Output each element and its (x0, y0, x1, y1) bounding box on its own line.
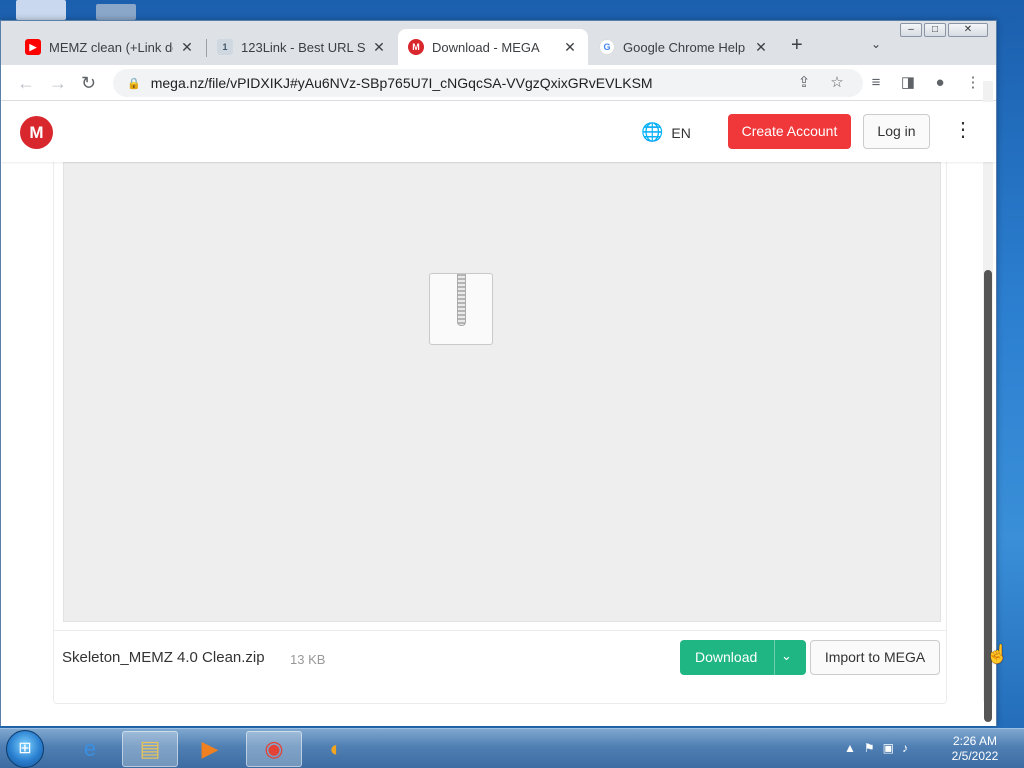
close-tab-icon[interactable]: ✕ (371, 39, 387, 56)
forward-icon[interactable]: → (49, 73, 67, 93)
more-menu-icon[interactable]: ⋮ (953, 118, 973, 142)
tab-search-icon[interactable]: ⌄ (871, 37, 881, 51)
back-icon[interactable]: ← (17, 73, 35, 93)
tab-chrome-help[interactable]: G Google Chrome Help ✕ (589, 29, 779, 65)
tab-title: 123Link - Best URL Sho (241, 39, 365, 55)
language-label: EN (671, 124, 691, 141)
file-size: 13 KB (290, 652, 326, 667)
network-icon[interactable]: ▣ (883, 741, 894, 755)
side-panel-icon[interactable]: ◨ (898, 73, 918, 93)
123link-icon: 1 (217, 39, 233, 55)
file-explorer-icon[interactable]: ▤ (122, 731, 178, 767)
start-button[interactable]: ⊞ (6, 730, 44, 768)
share-icon[interactable]: ⇪ (794, 73, 814, 93)
tab-title: Download - MEGA (432, 39, 540, 55)
web-page: M 🌐 EN Create Account Log in ⋮ Skeleton_… (1, 102, 996, 726)
close-tab-icon[interactable]: ✕ (562, 39, 578, 56)
maximize-button[interactable]: □ (924, 23, 946, 37)
file-preview (63, 162, 941, 622)
youtube-icon: ▶ (25, 39, 41, 55)
clock-date: 2/5/2022 (951, 749, 999, 763)
tab-memz[interactable]: ▶ MEMZ clean (+Link dov ✕ (15, 29, 205, 65)
tab-mega[interactable]: M Download - MEGA ✕ (398, 29, 588, 65)
media-controls-icon[interactable]: ≡ (866, 73, 886, 93)
chrome-taskbar-icon[interactable]: ◉ (246, 731, 302, 767)
volume-icon[interactable]: ♪ (902, 741, 908, 755)
globe-icon: 🌐 (641, 122, 664, 142)
mega-logo[interactable]: M (20, 116, 53, 149)
google-icon: G (599, 39, 615, 55)
minimize-button[interactable]: – (900, 23, 922, 37)
browser-toolbar: ← → ↻ 🔒 mega.nz/file/vPIDXIKJ#yAu6NVz-SB… (1, 65, 996, 101)
file-card: Skeleton_MEMZ 4.0 Clean.zip 13 KB Downlo… (53, 162, 947, 704)
tab-123link[interactable]: 1 123Link - Best URL Sho ✕ (207, 29, 397, 65)
chevron-down-icon[interactable]: ⌄ (781, 648, 792, 664)
action-center-icon[interactable]: ⚑ (864, 741, 875, 755)
language-selector[interactable]: 🌐 EN (641, 122, 691, 143)
chrome-window: – □ ✕ ▶ MEMZ clean (+Link dov ✕ 1 123Lin… (0, 20, 997, 726)
mega-header: M 🌐 EN Create Account Log in ⋮ (1, 102, 996, 162)
file-name: Skeleton_MEMZ 4.0 Clean.zip (62, 649, 265, 666)
close-tab-icon[interactable]: ✕ (753, 39, 769, 56)
tab-title: Google Chrome Help (623, 39, 746, 55)
close-window-button[interactable]: ✕ (948, 23, 988, 37)
download-button[interactable]: Download ⌄ (680, 640, 806, 675)
desktop-icon[interactable] (96, 4, 136, 20)
new-tab-button[interactable]: + (791, 35, 803, 55)
url-text[interactable]: mega.nz/file/vPIDXIKJ#yAu6NVz-SBp765U7I_… (151, 75, 653, 91)
login-button[interactable]: Log in (863, 114, 930, 149)
lock-icon: 🔒 (127, 77, 141, 90)
create-account-button[interactable]: Create Account (728, 114, 851, 149)
import-to-mega-button[interactable]: Import to MEGA (810, 640, 940, 675)
reload-icon[interactable]: ↻ (81, 73, 96, 93)
internet-explorer-icon[interactable]: e (62, 731, 118, 767)
chrome-menu-icon[interactable]: ⋮ (963, 73, 983, 93)
avast-icon[interactable]: ◐ (308, 731, 364, 767)
download-label: Download (695, 649, 758, 665)
system-tray: ▲ ⚑ ▣ ♪ (844, 741, 908, 755)
zip-file-icon (429, 273, 493, 345)
bookmark-star-icon[interactable]: ☆ (827, 73, 847, 93)
clock-time: 2:26 AM (952, 734, 998, 748)
desktop-icon[interactable] (16, 0, 66, 20)
address-bar[interactable]: 🔒 mega.nz/file/vPIDXIKJ#yAu6NVz-SBp765U7… (113, 69, 863, 97)
profile-icon[interactable]: ● (930, 73, 950, 93)
window-controls: – □ ✕ (900, 23, 988, 37)
close-tab-icon[interactable]: ✕ (179, 39, 195, 56)
media-player-icon[interactable]: ▶ (182, 731, 238, 767)
taskbar: ⊞ e ▤ ▶ ◉ ◐ ▲ ⚑ ▣ ♪ 2:26 AM 2/5/2022 (0, 728, 1024, 768)
clock[interactable]: 2:26 AM 2/5/2022 (940, 734, 1010, 764)
file-info-row: Skeleton_MEMZ 4.0 Clean.zip 13 KB Downlo… (54, 630, 946, 684)
hand-cursor-icon: ☝ (986, 644, 1009, 664)
tab-title: MEMZ clean (+Link dov (49, 39, 173, 55)
tab-strip: – □ ✕ ▶ MEMZ clean (+Link dov ✕ 1 123Lin… (1, 21, 996, 65)
mega-icon: M (408, 39, 424, 55)
tray-arrow-icon[interactable]: ▲ (844, 741, 856, 755)
